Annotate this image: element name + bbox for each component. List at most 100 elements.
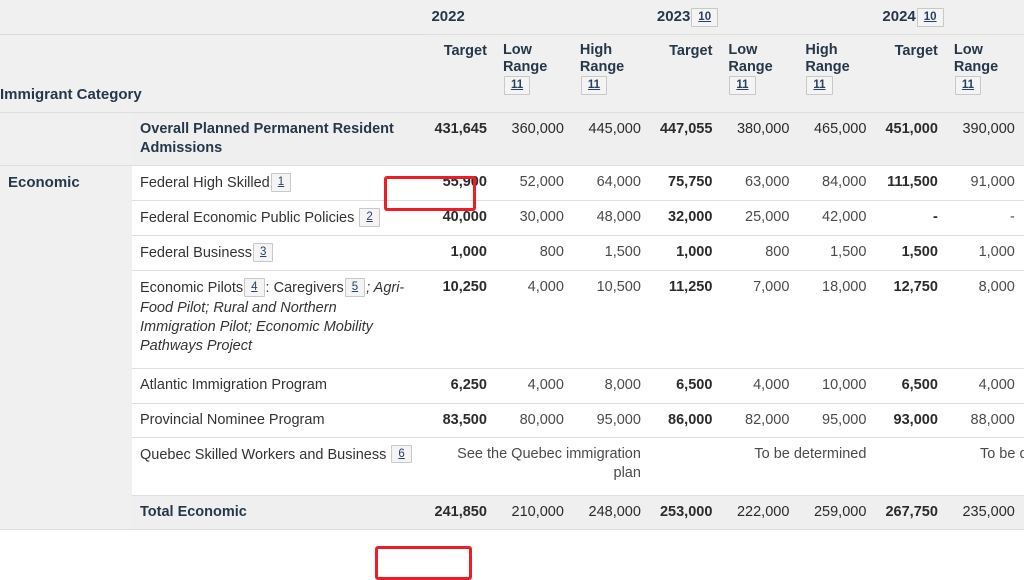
cell-fhs-2024-low: 91,000: [945, 165, 1023, 202]
cell-fb-2023-high: 1,500: [797, 235, 875, 272]
cell-total-2022-low: 210,000: [494, 495, 572, 530]
header-2023-low-line1: Low: [728, 41, 758, 58]
table-header: 2022 2023 10 2024 10 Immigrant Category Ta…: [0, 0, 1024, 113]
row-label-quebec-skilled-workers: Quebec Skilled Workers and Business 6: [131, 437, 424, 496]
cell-fhs-2023-low: 63,000: [720, 165, 798, 202]
footnote-marker-3[interactable]: 3: [253, 243, 274, 262]
cell-ep-2023-high: 18,000: [797, 270, 875, 370]
cell-fb-2024-low: 1,000: [945, 235, 1023, 272]
header-2022-high-range: High Range 11: [571, 34, 649, 113]
table-row-federal-economic-public-policies: Federal Economic Public Policies 2 40,00…: [0, 200, 1024, 237]
header-2023-high-range: High Range 11: [797, 34, 875, 113]
cell-aip-2024-target: 6,500: [874, 368, 946, 404]
cell-overall-2022-high: 445,000: [571, 112, 649, 167]
footnote-marker-2[interactable]: 2: [359, 208, 380, 227]
cell-pnp-2022-low: 80,000: [494, 403, 572, 438]
cell-total-2023-high: 259,000: [797, 495, 875, 530]
cell-pnp-2024-low: 88,000: [945, 403, 1023, 438]
row-label-economic-pilots: Economic Pilots 4: Caregivers 5; Agri-Food…: [131, 270, 424, 370]
footnote-marker-11-2022-low[interactable]: 11: [503, 76, 531, 95]
footnote-marker-10-2024[interactable]: 10: [916, 8, 944, 27]
footnote-marker-11-2023-low[interactable]: 11: [729, 76, 756, 95]
cell-overall-2024-low: 390,000: [945, 112, 1023, 167]
table-row-federal-high-skilled: Economic Federal High Skilled 1 55,900 52…: [0, 165, 1024, 530]
year-label-2022: 2022: [431, 8, 465, 25]
year-header-2022: 2022: [423, 0, 649, 35]
row-label-overall-planned: Overall Planned Permanent Resident Admis…: [131, 112, 424, 167]
cell-ep-2022-target: 10,250: [423, 270, 495, 370]
cell-fepp-2024-low: -: [945, 200, 1023, 237]
cell-pnp-2023-target: 86,000: [648, 403, 721, 438]
row-label-federal-economic-public-policies: Federal Economic Public Policies 2: [131, 200, 424, 237]
header-2024-low-line1: Low: [953, 41, 983, 58]
header-2023-high-line1: High: [805, 41, 838, 58]
cell-pnp-2023-high: 95,000: [797, 403, 875, 438]
cell-pnp-2022-target: 83,500: [423, 403, 495, 438]
highlight-box-total-economic-2022-target: [375, 546, 472, 580]
row-label-provincial-nominee-program: Provincial Nominee Program: [131, 403, 424, 438]
cell-fhs-2024-target: 111,500: [874, 165, 946, 202]
footnote-marker-5[interactable]: 5: [344, 278, 366, 297]
header-2022-low-line1: Low: [502, 41, 532, 58]
cell-fb-2022-high: 1,500: [571, 235, 649, 272]
table-row-overall-planned: Overall Planned Permanent Resident Admis…: [0, 112, 1024, 167]
cell-aip-2023-target: 6,500: [648, 368, 721, 404]
cell-overall-2023-target: 447,055: [648, 112, 721, 167]
cell-aip-2024-low: 4,000: [945, 368, 1023, 404]
footnote-marker-4[interactable]: 4: [244, 278, 265, 297]
cell-fhs-2022-low: 52,000: [494, 165, 572, 202]
table-row-economic-pilots: Economic Pilots 4: Caregivers 5; Agri-Food…: [0, 270, 1024, 370]
cell-fepp-2023-high: 42,000: [797, 200, 875, 237]
cell-aip-2023-low: 4,000: [720, 368, 798, 404]
header-2023-high-line2: Range: [805, 58, 850, 75]
year-header-2024: 2024 10: [874, 0, 1024, 35]
cell-quebec-2023-note: To be determined: [648, 437, 875, 496]
cell-fb-2022-low: 800: [494, 235, 572, 272]
footnote-marker-1[interactable]: 1: [270, 173, 292, 192]
cell-fb-2023-target: 1,000: [648, 235, 721, 272]
header-2024-target: Target: [874, 34, 946, 113]
cell-fepp-2022-high: 48,000: [571, 200, 649, 237]
table-viewport[interactable]: 2022 2023 10 2024 10 Immigrant Category Ta…: [0, 0, 1024, 580]
cell-total-2024-low: 235,000: [945, 495, 1023, 530]
header-2022-target-label: Target: [443, 42, 487, 59]
cell-fb-2023-low: 800: [720, 235, 798, 272]
cell-ep-2023-target: 11,250: [648, 270, 721, 370]
footnote-marker-11-2023-high[interactable]: 11: [806, 76, 833, 95]
table-row-atlantic-immigration-program: Atlantic Immigration Program 6,250 4,000…: [0, 368, 1024, 404]
row-label-atlantic-immigration-program: Atlantic Immigration Program: [131, 368, 424, 404]
cell-overall-2024-target: 451,000: [874, 112, 946, 167]
year-header-blank: [0, 0, 424, 35]
category-spacer-cell: [0, 112, 132, 167]
row-label-total-economic: Total Economic: [131, 495, 424, 530]
header-2024-low-range: Low Range 11: [945, 34, 1023, 113]
footnote-marker-6[interactable]: 6: [391, 444, 412, 464]
cell-quebec-2022-note: See the Quebec immigration plan: [423, 437, 649, 496]
cell-fepp-2022-low: 30,000: [494, 200, 572, 237]
footnote-marker-11-2024-low[interactable]: 11: [954, 76, 982, 95]
cell-overall-2023-high: 465,000: [797, 112, 875, 167]
column-header-row: Immigrant Category Target Low Range 11 H…: [0, 34, 1024, 113]
cell-fb-2022-target: 1,000: [423, 235, 495, 272]
cell-ep-2024-target: 12,750: [874, 270, 946, 370]
cell-total-2022-high: 248,000: [571, 495, 649, 530]
cell-pnp-2024-target: 93,000: [874, 403, 946, 438]
row-label-economic-pilots-pre: Economic Pilots: [139, 280, 244, 297]
header-2023-target: Target: [648, 34, 721, 113]
table-row-provincial-nominee-program: Provincial Nominee Program 83,500 80,000…: [0, 403, 1024, 438]
cell-fhs-2023-target: 75,750: [648, 165, 721, 202]
cell-fepp-2022-target: 40,000: [423, 200, 495, 237]
cell-fepp-2023-target: 32,000: [648, 200, 721, 237]
year-label-2024: 2024: [882, 8, 916, 25]
cell-aip-2022-low: 4,000: [494, 368, 572, 404]
cell-aip-2023-high: 10,000: [797, 368, 875, 404]
cell-fhs-2023-high: 84,000: [797, 165, 875, 202]
footnote-marker-11-2022-high[interactable]: 11: [580, 76, 608, 95]
cell-fhs-2022-high: 64,000: [571, 165, 649, 202]
immigration-levels-table: 2022 2023 10 2024 10 Immigrant Category Ta…: [0, 0, 1024, 530]
footnote-marker-10-2023[interactable]: 10: [691, 8, 719, 27]
year-header-2023: 2023 10: [648, 0, 875, 35]
year-header-row: 2022 2023 10 2024 10: [0, 0, 1024, 35]
cell-ep-2022-low: 4,000: [494, 270, 572, 370]
row-label-federal-high-skilled: Federal High Skilled 1: [131, 165, 424, 202]
